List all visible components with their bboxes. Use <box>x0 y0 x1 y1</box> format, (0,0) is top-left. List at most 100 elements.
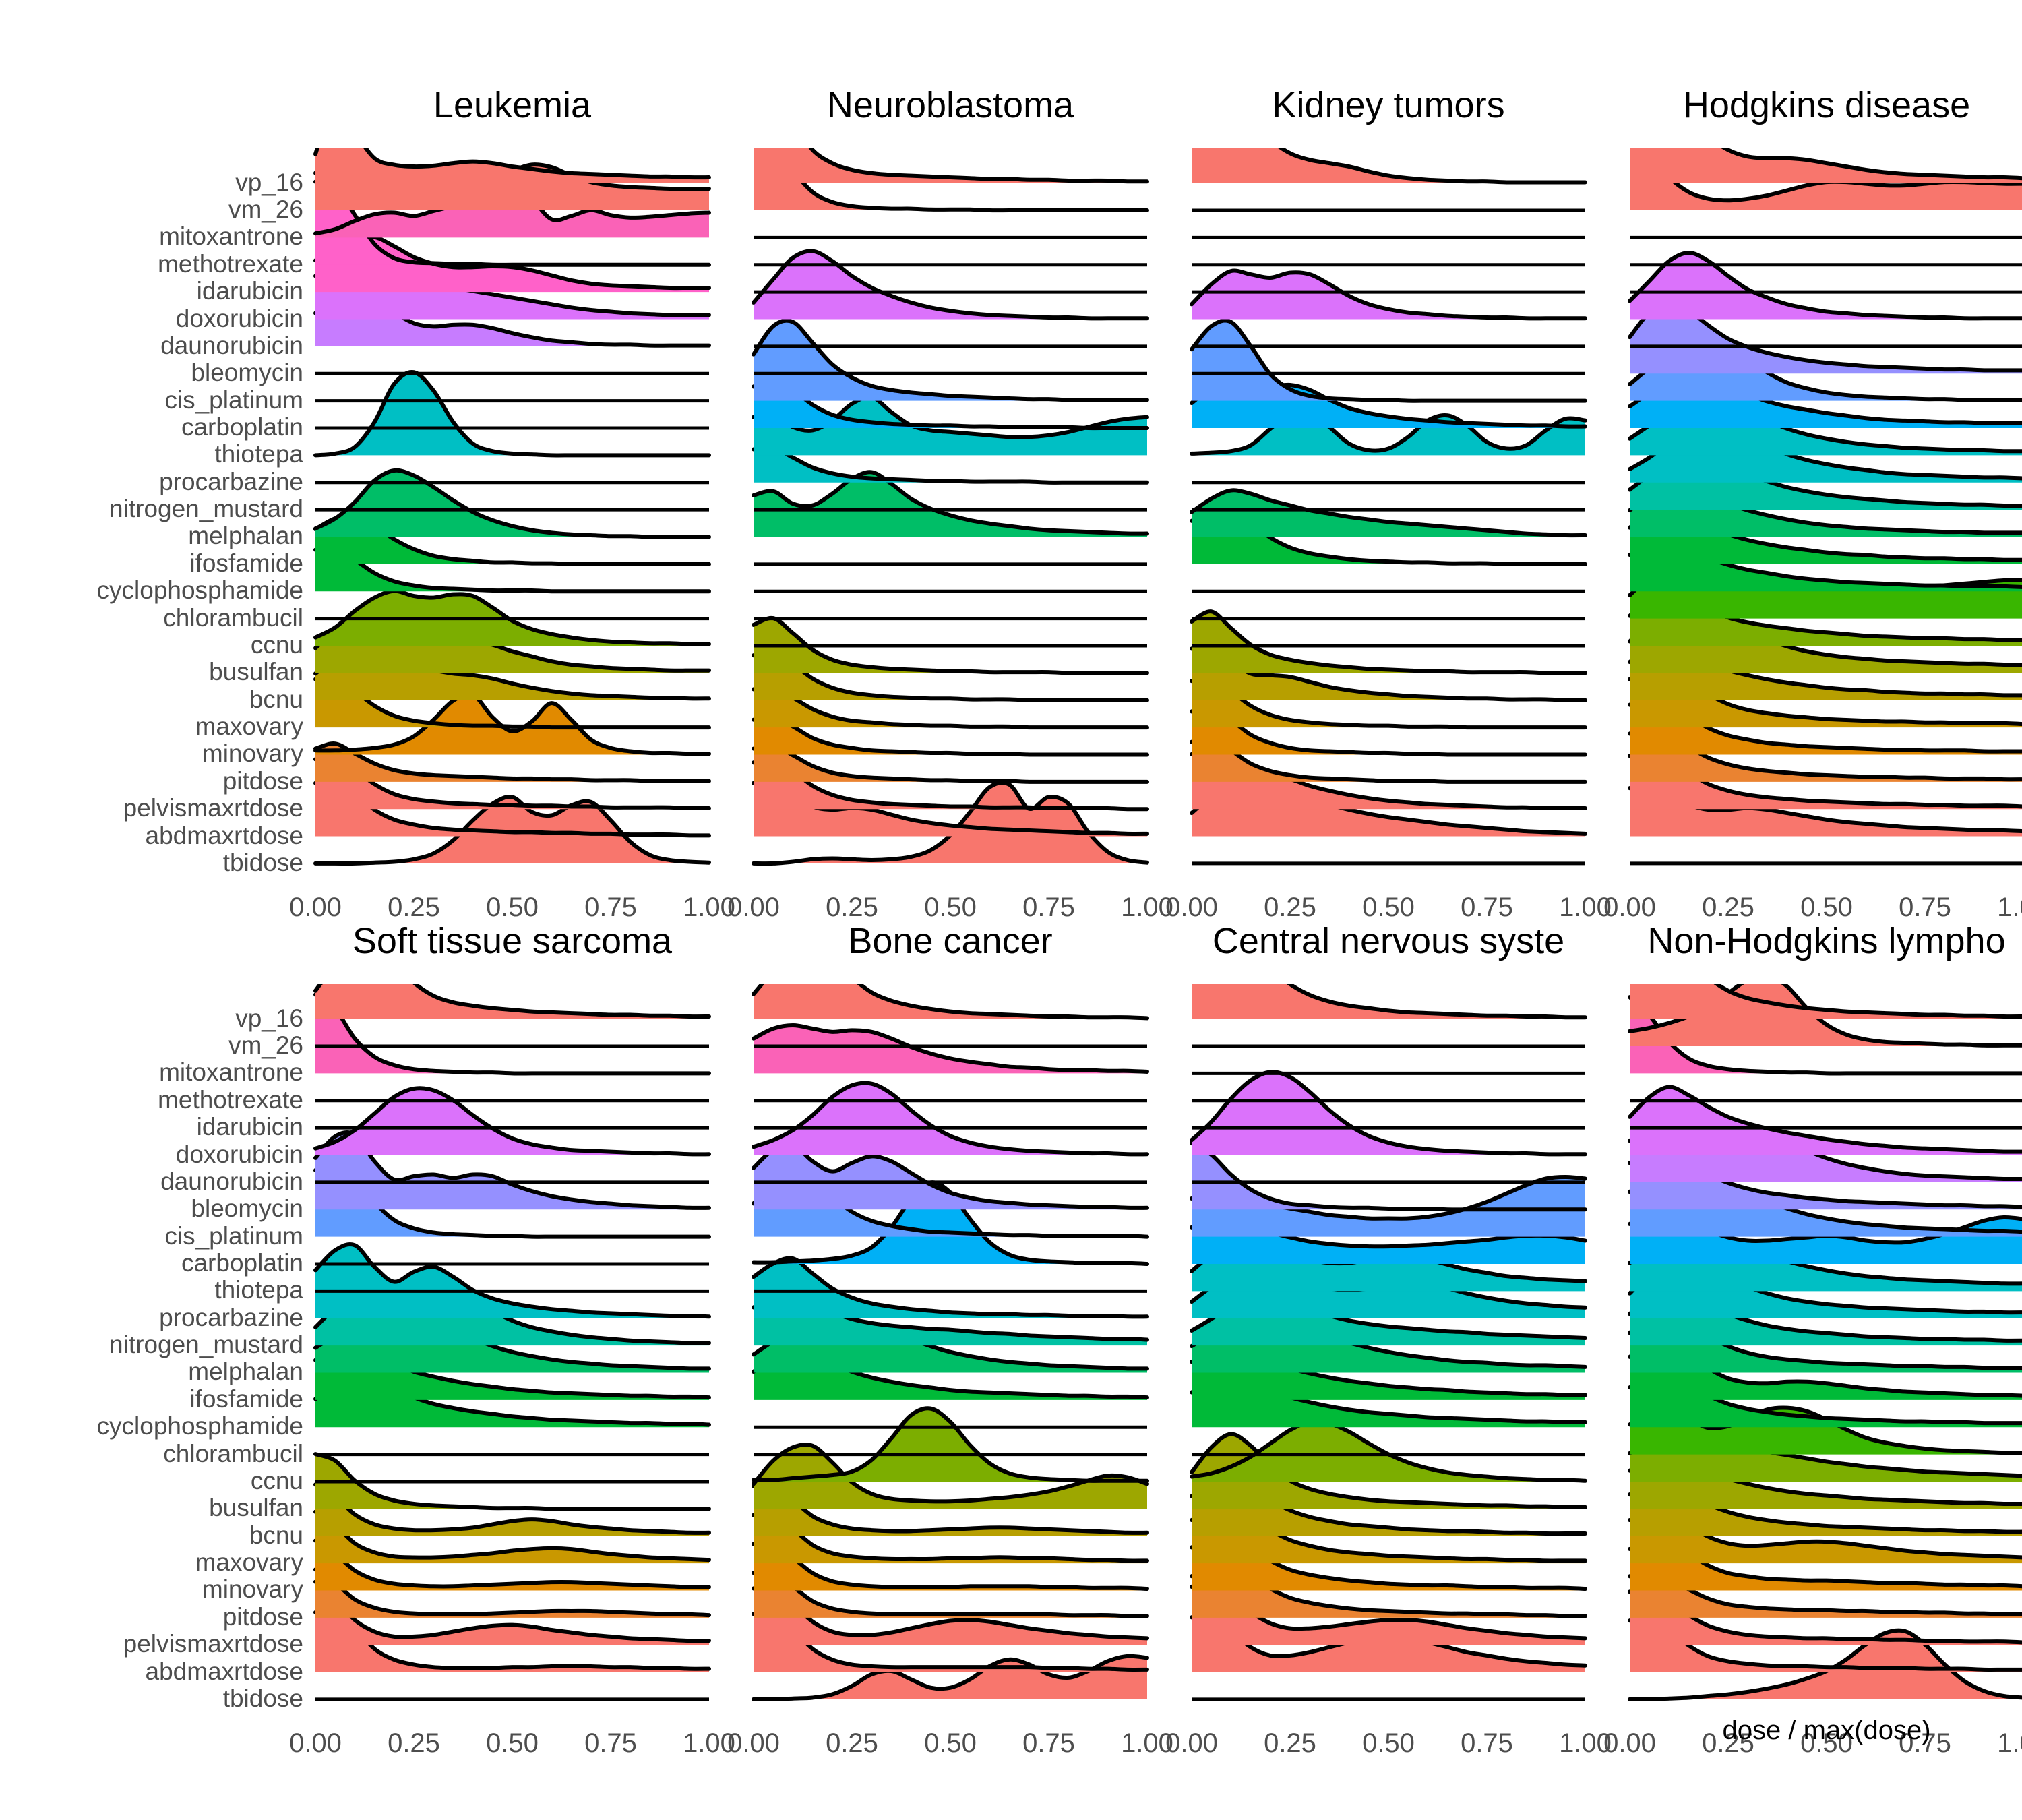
facet-panel-neuroblastoma: Neuroblastoma 0.00 0.25 0.50 0.75 1.00 <box>727 81 1173 922</box>
ridgeline-svg <box>752 148 1149 866</box>
ridgeline-plot <box>1186 148 1591 883</box>
ridge-doxorubicin <box>1628 1085 2022 1155</box>
ridge-busulfan <box>1190 609 1587 675</box>
y-axis-label-procarbazine: procarbazine <box>159 1303 303 1331</box>
panel-title: Soft tissue sarcoma <box>352 921 673 961</box>
ridge-doxorubicin <box>313 1086 711 1157</box>
ridgeline-svg <box>1628 148 2022 866</box>
y-axis-label-ifosfamide: ifosfamide <box>189 1385 303 1413</box>
x-tick-label: 0.25 <box>1264 1728 1316 1758</box>
y-axis-label-doxorubicin: doxorubicin <box>175 304 303 332</box>
y-axis-label-methotrexate: methotrexate <box>158 1085 303 1114</box>
y-axis-label-cyclophosphamide: cyclophosphamide <box>96 576 303 605</box>
ridge-vp_16 <box>752 984 1149 1021</box>
y-axis-label-vm_26: vm_26 <box>228 195 303 224</box>
ridge-fill <box>315 1244 709 1318</box>
ridge-fill <box>754 1258 1147 1318</box>
facet-panel-bone-cancer: Bone cancer 0.00 0.25 0.50 0.75 1.00 <box>727 917 1173 1758</box>
ridgeline-plot <box>1186 984 1591 1719</box>
y-axis-label-nitrogen_mustard: nitrogen_mustard <box>109 1331 303 1359</box>
ridge-fill <box>1192 611 1585 673</box>
ridge-thiotepa <box>313 370 711 458</box>
ridge-outline <box>313 1567 711 1618</box>
y-axis-label-cis_platinum: cis_platinum <box>164 1221 303 1250</box>
y-axis-label-bcnu: bcnu <box>249 685 303 713</box>
facet-row-bottom: Soft tissue sarcoma vp_16 vm_26 mitoxantro… <box>0 917 2022 1758</box>
y-axis-label-chlorambucil: chlorambucil <box>163 603 303 632</box>
y-axis-label-doxorubicin: doxorubicin <box>175 1140 303 1168</box>
ridge-doxorubicin <box>1190 268 1587 321</box>
ridge-vp_16 <box>754 148 1149 184</box>
y-axis-label-thiotepa: thiotepa <box>214 1276 303 1304</box>
y-axis-label-daunorubicin: daunorubicin <box>160 1167 303 1195</box>
y-axis-label-vm_26: vm_26 <box>228 1031 303 1060</box>
y-axis-label-vp_16: vp_16 <box>235 168 303 196</box>
x-axis: 0.000.250.500.751.00 <box>727 1723 1173 1763</box>
ridge-vp_16 <box>1630 984 2022 1019</box>
ridgeline-plot <box>748 148 1153 883</box>
ridge-vp_16 <box>1192 148 1587 185</box>
ridge-fill <box>754 320 1147 401</box>
ridge-vp_16 <box>1630 148 2022 183</box>
ridgeline-svg <box>313 984 711 1701</box>
ridge-doxorubicin <box>752 1081 1149 1157</box>
x-axis-title: dose / max(dose) <box>1722 1716 1931 1745</box>
ridge-fill <box>1192 270 1585 320</box>
y-axis-label-abdmaxrtdose: abdmaxrtdose <box>145 821 303 849</box>
y-axis-label-pitdose: pitdose <box>222 1602 303 1631</box>
x-tick-label: 0.25 <box>826 1728 878 1758</box>
y-axis-label-ccnu: ccnu <box>250 1466 303 1494</box>
y-axis-label-cyclophosphamide: cyclophosphamide <box>96 1412 303 1440</box>
ridge-doxorubicin <box>752 249 1149 321</box>
x-tick-label: 0.50 <box>486 1728 539 1758</box>
y-axis-label-daunorubicin: daunorubicin <box>160 331 303 359</box>
facet-panel-kidney-tumors: Kidney tumors 0.00 0.25 0.50 0.75 1.00 <box>1165 81 1612 922</box>
facet-panel-soft-tissue-sarcoma: Soft tissue sarcoma vp_16 vm_26 mitoxantro… <box>97 917 735 1758</box>
ridge-fill <box>315 1569 709 1618</box>
ridge-fill <box>754 984 1147 1019</box>
panel-title: Bone cancer <box>848 921 1053 961</box>
panel-title: Leukemia <box>433 85 592 125</box>
y-axis-label-vp_16: vp_16 <box>235 1004 303 1032</box>
y-axis-label-pelvismaxrtdose: pelvismaxrtdose <box>123 1630 303 1658</box>
y-axis-label-pitdose: pitdose <box>222 766 303 795</box>
x-tick-label: 0.00 <box>1165 1728 1218 1758</box>
x-tick-label: 0.75 <box>1461 1728 1513 1758</box>
ridgeline-svg <box>1628 984 2022 1702</box>
y-axis-label-tbidose: tbidose <box>222 1684 303 1712</box>
y-axis-label-minovary: minovary <box>202 1575 303 1604</box>
y-axis-label-idarubicin: idarubicin <box>196 1113 303 1141</box>
ridge-fill <box>754 1025 1147 1074</box>
x-tick-label: 0.75 <box>584 1728 637 1758</box>
ridgeline-svg <box>1190 148 1587 866</box>
ridge-melphalan <box>313 468 711 539</box>
y-axis-label-tbidose: tbidose <box>222 848 303 876</box>
ridgeline-plot <box>1624 984 2022 1719</box>
panel-title: Kidney tumors <box>1272 85 1505 125</box>
y-axis-label-carboplatin: carboplatin <box>181 413 303 441</box>
panel-title: Central nervous syste <box>1212 921 1565 961</box>
ridgeline-plot <box>310 148 714 883</box>
ridge-vp_16 <box>313 984 711 1019</box>
ridgeline-svg <box>313 148 711 866</box>
ridge-procarbazine <box>313 1242 711 1319</box>
y-axis-label-busulfan: busulfan <box>209 658 303 686</box>
y-axis-label-busulfan: busulfan <box>209 1494 303 1522</box>
ridgeline-plot <box>748 984 1153 1719</box>
y-axis-label-chlorambucil: chlorambucil <box>163 1439 303 1467</box>
y-axis-labels-bottom: vp_16 vm_26 mitoxantrone methotrexate idarub… <box>20 984 303 1719</box>
y-axis-label-maxovary: maxovary <box>195 712 303 741</box>
ridge-minovary <box>313 1538 711 1591</box>
ridge-procarbazine <box>752 1256 1149 1319</box>
ridge-fill <box>1192 984 1585 1019</box>
y-axis-label-abdmaxrtdose: abdmaxrtdose <box>145 1657 303 1685</box>
facet-row-top: Leukemia vp_16 vm_26 mitoxantrone methotrex… <box>0 81 2022 922</box>
y-axis-label-nitrogen_mustard: nitrogen_mustard <box>109 495 303 523</box>
panel-title: Non-Hodgkins lympho <box>1647 921 2006 961</box>
x-tick-label: 0.50 <box>924 1728 977 1758</box>
ridge-fill <box>1192 148 1585 183</box>
y-axis-label-methotrexate: methotrexate <box>158 249 303 278</box>
ridge-mitoxantrone <box>752 1023 1149 1074</box>
ridge-fill <box>315 1088 709 1155</box>
y-axis-label-bleomycin: bleomycin <box>191 1194 303 1223</box>
